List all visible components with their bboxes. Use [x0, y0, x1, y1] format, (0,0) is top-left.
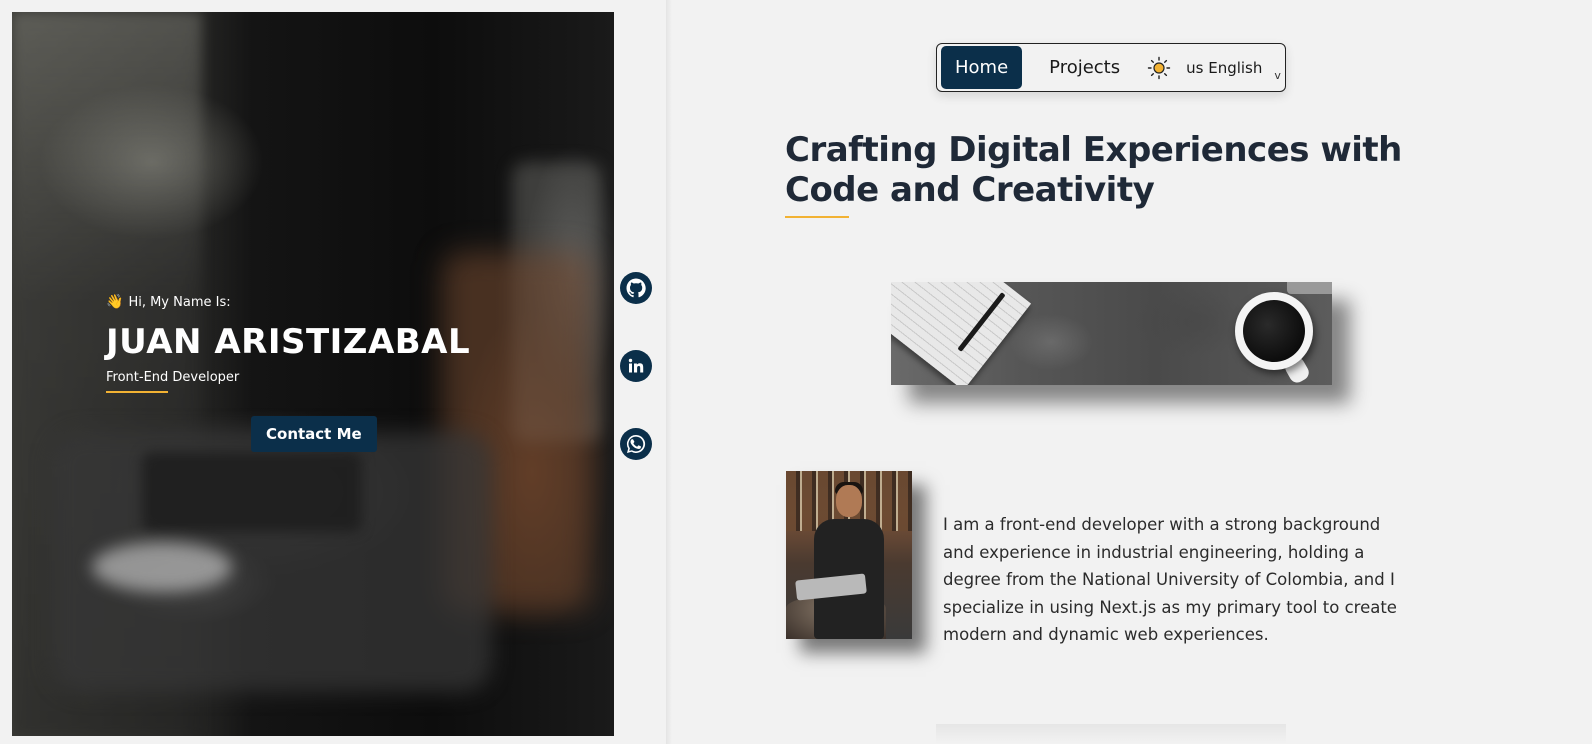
next-section-hint	[936, 724, 1286, 744]
photo-person-head	[836, 485, 862, 517]
banner-phone	[1287, 282, 1332, 294]
profile-photo	[786, 471, 912, 639]
hero-panel: 👋 Hi, My Name Is: JUAN ARISTIZABAL Front…	[12, 12, 614, 736]
hero-background-mouse	[92, 542, 232, 592]
workspace-banner-image	[891, 282, 1332, 385]
whatsapp-icon	[626, 434, 646, 453]
language-selector[interactable]: us English v	[1186, 53, 1281, 83]
linkedin-link[interactable]	[620, 350, 652, 382]
banner-notebook	[891, 282, 1032, 385]
whatsapp-link[interactable]	[620, 428, 652, 460]
banner-coffee-cup	[1235, 292, 1313, 370]
nav-projects-link[interactable]: Projects	[1049, 57, 1120, 78]
github-link[interactable]	[620, 272, 652, 304]
theme-toggle-button[interactable]	[1146, 55, 1172, 81]
language-selector-value: us English	[1186, 58, 1263, 77]
linkedin-icon	[628, 358, 644, 373]
about-bio-text: I am a front-end developer with a strong…	[943, 515, 1397, 644]
chevron-down-icon: v	[1274, 69, 1281, 82]
hero-name: JUAN ARISTIZABAL	[106, 322, 471, 362]
hero-greeting-text: Hi, My Name Is:	[128, 294, 231, 310]
contact-me-button[interactable]: Contact Me	[251, 416, 377, 452]
top-navigation: Home Projects us English v	[936, 43, 1286, 92]
github-icon	[626, 278, 646, 298]
page-headline: Crafting Digital Experiences with Code a…	[785, 130, 1402, 210]
nav-home-button[interactable]: Home	[941, 46, 1023, 89]
waving-hand-icon: 👋	[106, 294, 124, 310]
headline-underline	[785, 216, 849, 218]
content-divider-shadow	[666, 0, 672, 744]
hero-content: 👋 Hi, My Name Is: JUAN ARISTIZABAL Front…	[106, 294, 526, 452]
social-links	[620, 272, 652, 506]
hero-greeting: 👋 Hi, My Name Is:	[106, 294, 526, 310]
hero-role-underline	[106, 391, 168, 393]
hero-role: Front-End Developer	[106, 370, 240, 385]
banner-coffee	[1243, 300, 1305, 362]
hero-background-keyboard	[142, 452, 362, 532]
sun-icon	[1147, 56, 1171, 79]
